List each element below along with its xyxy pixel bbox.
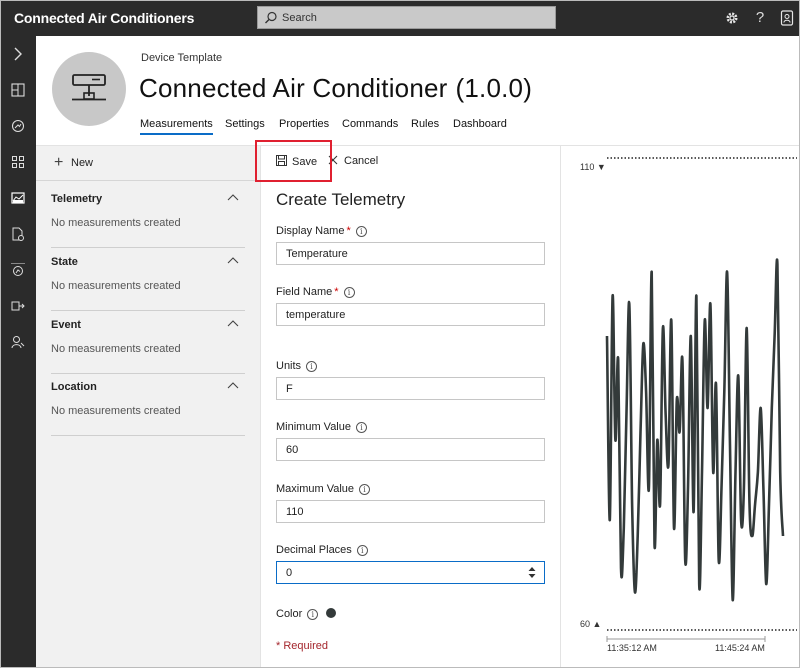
apps-icon[interactable] [0,148,36,176]
template-header: Device Template Connected Air Conditione… [36,36,800,146]
section-empty-text: No measurements created [51,405,181,417]
form-title: Create Telemetry [276,190,406,209]
info-icon[interactable]: i [356,545,368,556]
user-icon[interactable] [777,8,797,28]
top-bar: Connected Air Conditioners Search ? [0,0,800,36]
decimal-places-value: 0 [286,567,293,579]
maximum-value-field[interactable]: 110 [276,500,545,523]
page-title: Connected Air Conditioner (1.0.0) [139,73,532,104]
color-swatch[interactable] [326,608,336,618]
plus-icon: + [54,154,64,171]
page-subtitle: Device Template [141,52,223,64]
section-empty-text: No measurements created [51,343,181,355]
info-icon[interactable]: i [356,422,367,433]
app-title[interactable]: Connected Air Conditioners [14,10,194,26]
cancel-button[interactable]: Cancel [328,155,378,171]
required-mark: * [346,225,351,237]
section-title: State [51,256,78,268]
decimal-places-label-text: Decimal Places [276,544,352,556]
info-icon[interactable]: i [343,287,355,298]
dashboard-icon[interactable] [0,76,36,104]
section-title: Telemetry [51,193,103,205]
color-label: Color i [276,608,319,620]
tab-measurements[interactable]: Measurements [140,118,213,135]
device-avatar [52,52,126,126]
info-icon[interactable]: i [306,361,318,372]
search-input[interactable]: Search [282,12,317,24]
display-name-field[interactable]: Temperature [276,242,545,265]
admin-icon[interactable] [0,328,36,356]
export-icon[interactable] [0,292,36,320]
section-divider [51,310,245,311]
y-max-label: 110 ▼ [580,162,606,172]
required-mark: * [334,286,339,298]
field-name-label-text: Field Name [276,286,333,298]
field-name-field[interactable]: temperature [276,303,545,326]
section-divider [51,435,245,436]
search-icon [265,11,277,24]
maximum-value-label-text: Maximum Value [276,483,355,495]
display-name-label-text: Display Name [276,225,345,237]
decimal-places-label: Decimal Places i [276,544,368,556]
info-icon[interactable]: i [359,484,371,495]
x-tick-label: 11:35:12 AM [607,643,657,653]
explorer-icon[interactable] [0,112,36,140]
device-templates-icon[interactable] [0,184,36,212]
analytics-icon[interactable] [0,256,36,284]
units-label-text: Units [276,360,302,372]
chevron-up-icon[interactable] [227,193,239,201]
info-icon[interactable]: i [307,609,319,620]
tab-dashboard[interactable]: Dashboard [453,118,507,130]
info-icon[interactable]: i [355,226,367,237]
cancel-label: Cancel [344,155,379,167]
spinner-arrows-icon[interactable] [528,566,536,579]
required-note: * Required [276,640,328,652]
field-name-label: Field Name * i [276,286,355,298]
gear-icon[interactable] [722,8,742,28]
y-min-label: 60 ▲ [580,619,602,629]
display-name-label: Display Name * i [276,225,367,237]
series-line [605,258,785,602]
color-label-text: Color [276,608,303,620]
expand-icon[interactable] [0,40,36,68]
new-label: New [71,157,94,169]
section-empty-text: No measurements created [51,217,181,229]
measurements-panel: + New Telemetry No measurements created S… [36,146,260,668]
template-version: (1.0.0) [455,73,533,103]
section-title: Location [51,381,97,393]
tab-settings[interactable]: Settings [225,118,265,130]
decimal-places-stepper[interactable]: 0 [276,561,545,584]
new-measurement-button[interactable]: + New [54,154,93,172]
units-field[interactable]: F [276,377,545,400]
units-label: Units i [276,360,318,372]
minimum-value-label-text: Minimum Value [276,421,351,433]
device-icon [72,74,106,101]
section-divider [51,247,245,248]
minimum-value-field[interactable]: 60 [276,438,545,461]
section-title: Event [51,319,81,331]
template-name: Connected Air Conditioner [139,73,448,103]
panel-separator [260,146,261,668]
chart-canvas [605,157,797,642]
maximum-value-label: Maximum Value i [276,483,371,495]
jobs-icon[interactable] [0,220,36,248]
search-box[interactable]: Search [257,6,556,29]
telemetry-preview-chart: 110 ▼ 60 ▲ 11:35:12 AM 11:45:24 AM [561,146,798,668]
chevron-up-icon[interactable] [227,381,239,389]
tab-properties[interactable]: Properties [279,118,329,130]
minimum-value-label: Minimum Value i [276,421,367,433]
chevron-up-icon[interactable] [227,256,239,264]
x-tick-label: 11:45:24 AM [715,643,765,653]
highlight-box [255,140,332,182]
section-divider [51,373,245,374]
left-nav-rail [0,36,36,668]
panel-divider [36,180,260,181]
tab-rules[interactable]: Rules [411,118,439,130]
chevron-up-icon[interactable] [227,319,239,327]
help-icon[interactable]: ? [750,8,770,28]
section-empty-text: No measurements created [51,280,181,292]
tab-commands[interactable]: Commands [342,118,398,130]
